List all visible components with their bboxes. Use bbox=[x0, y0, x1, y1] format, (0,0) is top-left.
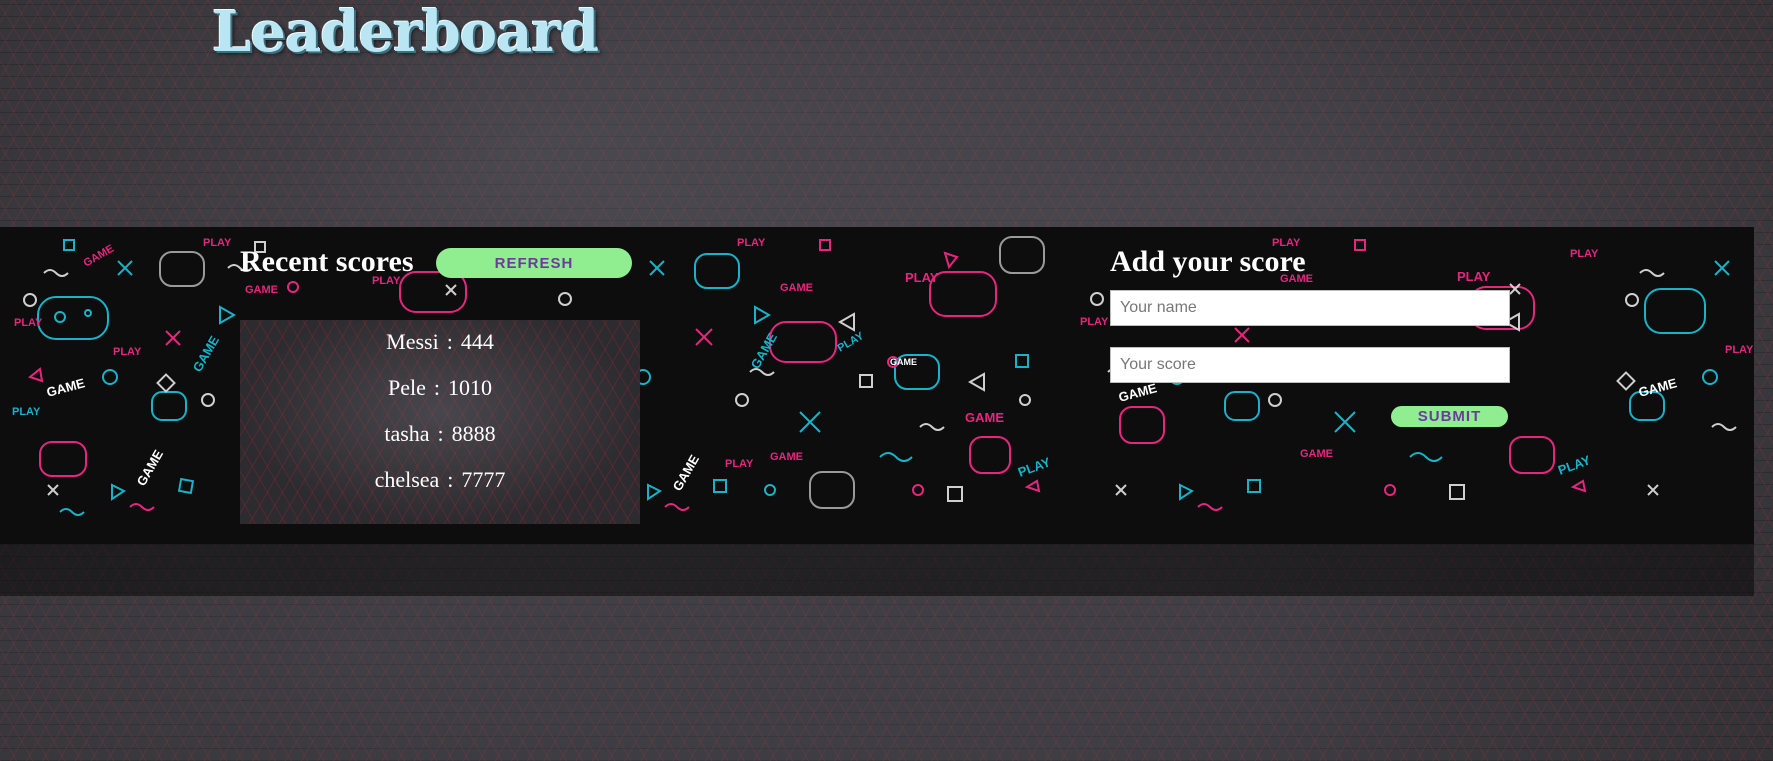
decor-play-text: PLAY bbox=[1570, 248, 1599, 260]
decor-play-text: PLAY bbox=[1016, 454, 1053, 480]
player-score: 1010 bbox=[448, 375, 492, 400]
decor-play-text: PLAY bbox=[12, 406, 41, 418]
score-input[interactable] bbox=[1110, 347, 1510, 383]
controller-icon bbox=[769, 321, 837, 363]
decor-play-text: PLAY bbox=[14, 317, 43, 329]
decor-play-text: PLAY bbox=[113, 346, 142, 358]
controller-icon bbox=[929, 271, 997, 317]
controller-icon bbox=[151, 391, 187, 421]
player-name: tasha bbox=[384, 421, 430, 446]
controller-icon bbox=[37, 296, 109, 340]
decor-play-text: PLAY bbox=[737, 237, 766, 249]
score-separator: : bbox=[437, 421, 444, 446]
controller-icon bbox=[969, 436, 1011, 474]
player-score: 8888 bbox=[451, 421, 496, 446]
controller-icon bbox=[1224, 391, 1260, 421]
player-name: Messi bbox=[386, 329, 439, 354]
score-separator: : bbox=[446, 329, 453, 354]
decor-game-text: GAME bbox=[965, 410, 1004, 425]
recent-scores-title: Recent scores bbox=[240, 245, 414, 278]
name-input[interactable] bbox=[1110, 290, 1510, 326]
decor-game-text: GAME bbox=[1300, 448, 1333, 460]
player-name: Pele bbox=[387, 375, 426, 400]
player-name: chelsea bbox=[374, 467, 440, 492]
decor-game-text: GAME bbox=[190, 333, 223, 375]
decor-play-text: PLAY bbox=[836, 330, 867, 355]
decor-play-text: PLAY bbox=[905, 270, 939, 285]
decor-play-text: PLAY bbox=[1080, 316, 1109, 328]
decor-game-text: GAME bbox=[245, 284, 278, 296]
decor-game-text: GAME bbox=[748, 330, 781, 372]
score-row: tasha:8888 bbox=[240, 421, 640, 447]
decor-game-text: GAME bbox=[1637, 375, 1679, 400]
decor-game-text: GAME bbox=[45, 375, 87, 400]
decor-play-text: PLAY bbox=[203, 237, 232, 249]
score-row: Messi:444 bbox=[240, 329, 640, 355]
add-score-title: Add your score bbox=[1110, 245, 1306, 278]
controller-icon bbox=[1119, 406, 1165, 444]
controller-icon bbox=[809, 471, 855, 509]
controller-icon bbox=[1644, 288, 1706, 334]
controller-icon bbox=[999, 236, 1045, 274]
player-score: 444 bbox=[460, 329, 494, 354]
decor-play-text: PLAY bbox=[1556, 452, 1593, 478]
lower-band bbox=[0, 544, 1754, 596]
decor-game-text: GAME bbox=[770, 451, 803, 463]
player-score: 7777 bbox=[461, 467, 506, 492]
score-separator: : bbox=[433, 375, 440, 400]
score-separator: : bbox=[447, 467, 454, 492]
decor-game-text: GAME bbox=[82, 243, 117, 270]
decor-play-text: PLAY bbox=[1725, 344, 1754, 356]
score-row: Pele:1010 bbox=[240, 375, 640, 401]
page-title: Leaderboard bbox=[212, 0, 599, 65]
controller-icon bbox=[39, 441, 87, 477]
decor-play-text: PLAY bbox=[725, 458, 754, 470]
refresh-button[interactable]: REFRESH bbox=[436, 248, 632, 278]
score-row: chelsea:7777 bbox=[240, 467, 640, 493]
decor-game-text: GAME bbox=[780, 282, 813, 294]
controller-icon bbox=[1509, 436, 1555, 474]
decor-game-text: GAME bbox=[890, 357, 917, 367]
decor-game-text: GAME bbox=[1117, 380, 1159, 405]
submit-button[interactable]: SUBMIT bbox=[1391, 406, 1508, 427]
scores-box: Messi:444 Pele:1010 tasha:8888 chelsea:7… bbox=[240, 320, 640, 524]
decor-play-text: PLAY bbox=[1457, 269, 1491, 284]
decor-game-text: GAME bbox=[134, 447, 167, 489]
decor-game-text: GAME bbox=[670, 452, 703, 494]
controller-icon bbox=[694, 253, 740, 289]
controller-icon bbox=[159, 251, 205, 287]
